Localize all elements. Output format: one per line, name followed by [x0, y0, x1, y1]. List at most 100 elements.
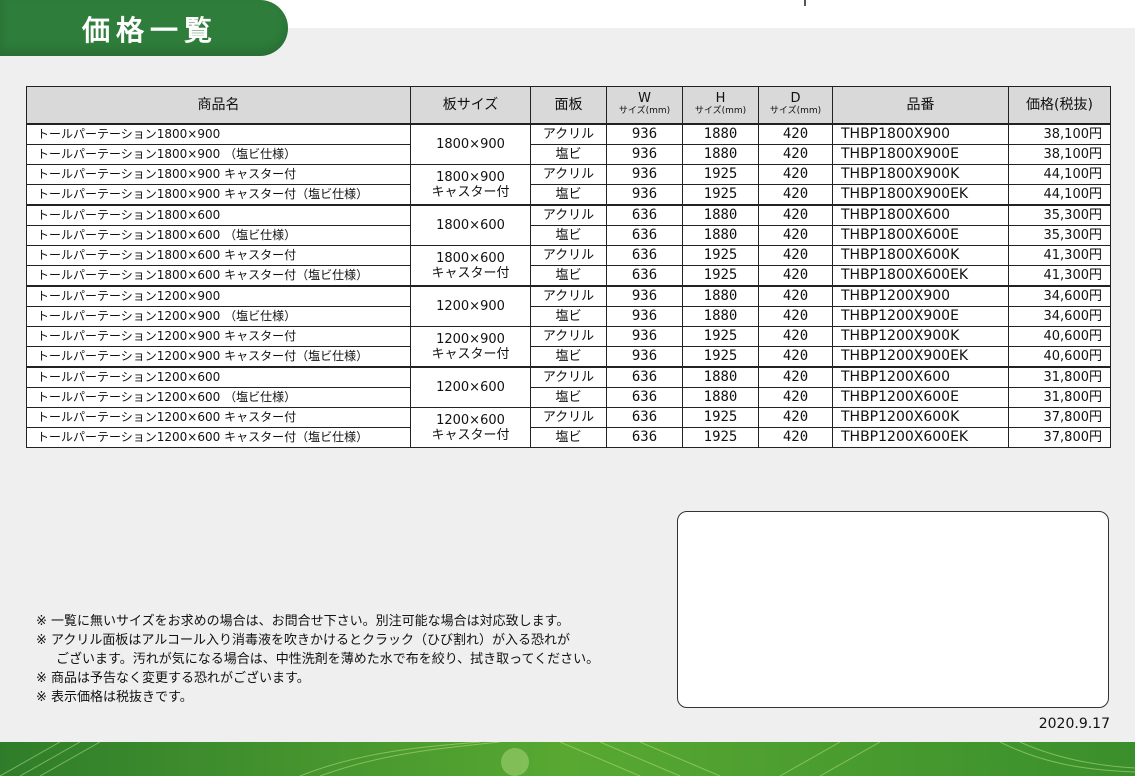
cell-h: 1880	[682, 204, 759, 226]
table-row: トールパーテーション1800×600 キャスター付 1800×600 キャスター付…	[26, 245, 1111, 287]
footer-pattern	[0, 742, 1135, 776]
header-d-label: D	[790, 91, 801, 106]
cell-price: 35,300円	[1008, 204, 1111, 226]
cell-d: 420	[758, 407, 833, 428]
size-line2: キャスター付	[431, 346, 510, 362]
cell-panel: アクリル	[530, 204, 607, 226]
size-line1: 1800×900	[436, 137, 505, 152]
cell-code: THBP1200X900EK	[832, 346, 1009, 368]
cell-d: 420	[758, 285, 833, 307]
table-row: トールパーテーション1800×900 1800×900 アクリル 936 188…	[26, 123, 1111, 165]
cell-panel: アクリル	[530, 285, 607, 307]
table-row: トールパーテーション1200×900 （塩ビ仕様） 塩ビ 936 1880 42…	[26, 306, 1111, 327]
cell-d: 420	[758, 184, 833, 206]
cell-code: THBP1800X600K	[832, 245, 1009, 266]
table-row: トールパーテーション1800×600 （塩ビ仕様） 塩ビ 636 1880 42…	[26, 225, 1111, 246]
header-w: W サイズ(mm)	[606, 86, 683, 125]
cell-name: トールパーテーション1200×600 （塩ビ仕様）	[26, 387, 411, 408]
size-line1: 1800×900	[436, 169, 505, 185]
cell-code: THBP1200X900E	[832, 306, 1009, 327]
cell-w: 936	[606, 164, 683, 185]
cell-d: 420	[758, 265, 833, 287]
top-tick-mark	[804, 0, 806, 6]
cell-h: 1880	[682, 306, 759, 327]
cell-price: 34,600円	[1008, 306, 1111, 327]
size-line2: キャスター付	[431, 427, 510, 443]
cell-w: 636	[606, 225, 683, 246]
cell-price: 34,600円	[1008, 285, 1111, 307]
cell-d: 420	[758, 346, 833, 368]
cell-h: 1925	[682, 346, 759, 368]
cell-board-size: 1200×900 キャスター付	[410, 326, 531, 368]
cell-board-size: 1800×900	[410, 123, 531, 165]
cell-code: THBP1800X600EK	[832, 265, 1009, 287]
cell-panel: アクリル	[530, 123, 607, 145]
cell-board-size: 1800×600	[410, 204, 531, 246]
cell-panel: 塩ビ	[530, 225, 607, 246]
header-name: 商品名	[26, 86, 411, 125]
cell-code: THBP1200X600	[832, 366, 1009, 388]
cell-name: トールパーテーション1800×900 （塩ビ仕様）	[26, 144, 411, 165]
table-row: トールパーテーション1200×900 1200×900 アクリル 936 188…	[26, 285, 1111, 327]
cell-price: 35,300円	[1008, 225, 1111, 246]
cell-name: トールパーテーション1800×600 （塩ビ仕様）	[26, 225, 411, 246]
cell-h: 1880	[682, 366, 759, 388]
cell-w: 936	[606, 184, 683, 206]
cell-name: トールパーテーション1800×600 キャスター付（塩ビ仕様）	[26, 265, 411, 287]
memo-box	[677, 511, 1109, 708]
header-d-unit: サイズ(mm)	[769, 106, 822, 116]
cell-panel: アクリル	[530, 407, 607, 428]
cell-h: 1880	[682, 285, 759, 307]
cell-d: 420	[758, 306, 833, 327]
cell-board-size: 1200×600	[410, 366, 531, 408]
header-h: H サイズ(mm)	[682, 86, 759, 125]
cell-w: 936	[606, 306, 683, 327]
note-line: ※ 商品は予告なく変更する恐れがございます。	[36, 671, 310, 686]
table-row: トールパーテーション1800×900 キャスター付 1800×900 キャスター付…	[26, 164, 1111, 206]
size-line1: 1200×600	[436, 380, 505, 395]
cell-name: トールパーテーション1800×600 キャスター付	[26, 245, 411, 266]
cell-name: トールパーテーション1200×900 キャスター付（塩ビ仕様）	[26, 346, 411, 368]
header-h-unit: サイズ(mm)	[694, 106, 747, 116]
cell-name: トールパーテーション1200×900 キャスター付	[26, 326, 411, 347]
size-line1: 1200×900	[436, 299, 505, 314]
cell-price: 40,600円	[1008, 326, 1111, 347]
table-header-row: 商品名 板サイズ 面板 W サイズ(mm) H サイズ(mm) D サイズ(mm…	[26, 86, 1111, 125]
cell-w: 636	[606, 407, 683, 428]
cell-h: 1925	[682, 326, 759, 347]
cell-w: 936	[606, 346, 683, 368]
note-line: ございます。汚れが気になる場合は、中性洗剤を薄めた水で布を絞り、拭き取ってくださ…	[56, 652, 600, 667]
cell-panel: 塩ビ	[530, 184, 607, 206]
cell-h: 1925	[682, 245, 759, 266]
cell-name: トールパーテーション1200×600	[26, 366, 411, 388]
cell-price: 44,100円	[1008, 164, 1111, 185]
cell-d: 420	[758, 366, 833, 388]
table-row: トールパーテーション1800×900 キャスター付（塩ビ仕様） 塩ビ 936 1…	[26, 184, 1111, 206]
footer-band	[0, 742, 1135, 776]
cell-d: 420	[758, 123, 833, 145]
size-line1: 1200×600	[436, 412, 505, 428]
cell-price: 44,100円	[1008, 184, 1111, 206]
cell-price: 37,800円	[1008, 407, 1111, 428]
cell-name: トールパーテーション1200×900	[26, 285, 411, 307]
cell-code: THBP1800X600	[832, 204, 1009, 226]
cell-price: 38,100円	[1008, 144, 1111, 165]
cell-w: 936	[606, 285, 683, 307]
table-row: トールパーテーション1800×600 キャスター付（塩ビ仕様） 塩ビ 636 1…	[26, 265, 1111, 287]
cell-panel: 塩ビ	[530, 427, 607, 448]
cell-board-size: 1800×600 キャスター付	[410, 245, 531, 287]
cell-code: THBP1200X900K	[832, 326, 1009, 347]
note-line: ※ アクリル面板はアルコール入り消毒液を吹きかけるとクラック（ひび割れ）が入る恐…	[36, 633, 570, 648]
cell-panel: アクリル	[530, 245, 607, 266]
cell-code: THBP1800X900EK	[832, 184, 1009, 206]
cell-w: 936	[606, 144, 683, 165]
cell-name: トールパーテーション1800×600	[26, 204, 411, 226]
cell-panel: アクリル	[530, 326, 607, 347]
header-w-unit: サイズ(mm)	[618, 106, 671, 116]
cell-h: 1925	[682, 407, 759, 428]
cell-name: トールパーテーション1200×900 （塩ビ仕様）	[26, 306, 411, 327]
cell-d: 420	[758, 245, 833, 266]
notes-block: ※ 一覧に無いサイズをお求めの場合は、お問合せ下さい。別注可能な場合は対応致しま…	[36, 612, 656, 707]
header-panel: 面板	[530, 86, 607, 125]
header-price: 価格(税抜)	[1008, 86, 1111, 125]
